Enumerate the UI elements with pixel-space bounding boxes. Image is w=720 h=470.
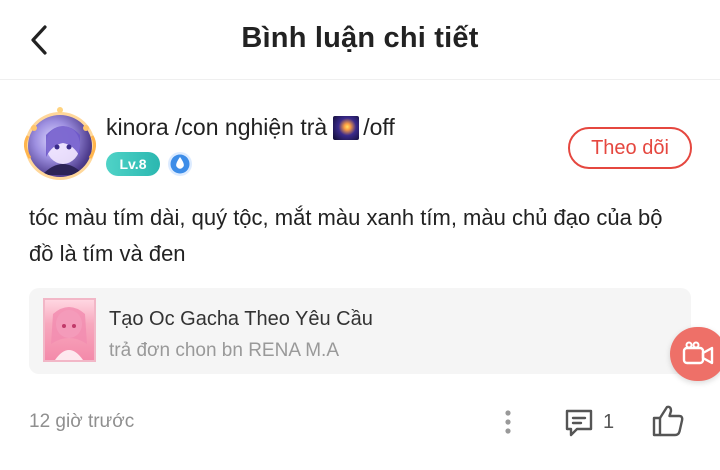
username[interactable]: kinora /con nghiện trà /off (106, 114, 395, 141)
comment-timestamp: 12 giờ trước (29, 411, 135, 432)
comment-text: tóc màu tím dài, quý tộc, mắt màu xanh t… (29, 205, 663, 266)
video-camera-icon (682, 341, 714, 365)
top-bar: Bình luận chi tiết (0, 0, 720, 80)
floating-video-button[interactable] (670, 327, 720, 381)
water-drop-badge-icon (168, 152, 192, 176)
thumbs-up-icon (652, 405, 684, 437)
more-vertical-icon (505, 410, 511, 434)
username-suffix: /off (363, 114, 395, 140)
linked-post-card[interactable]: Tạo Oc Gacha Theo Yêu Cầu trả đơn chon b… (29, 288, 691, 374)
post-subtitle: trả đơn chon bn RENA M.A (109, 340, 340, 361)
more-options-button[interactable] (496, 406, 520, 438)
fireworks-emoji-icon (333, 115, 360, 140)
page-title: Bình luận chi tiết (241, 22, 479, 54)
post-title: Tạo Oc Gacha Theo Yêu Cầu (109, 308, 373, 330)
avatar-frame-icon (23, 107, 97, 159)
like-button[interactable] (650, 403, 686, 439)
reply-count: 1 (603, 410, 615, 433)
post-thumbnail (43, 298, 96, 362)
follow-button[interactable]: Theo dõi (568, 127, 692, 169)
comment-icon (565, 409, 593, 437)
level-badge: Lv.8 (106, 152, 160, 176)
reply-button[interactable]: 1 (563, 404, 614, 440)
username-text: kinora /con nghiện trà (106, 114, 328, 140)
